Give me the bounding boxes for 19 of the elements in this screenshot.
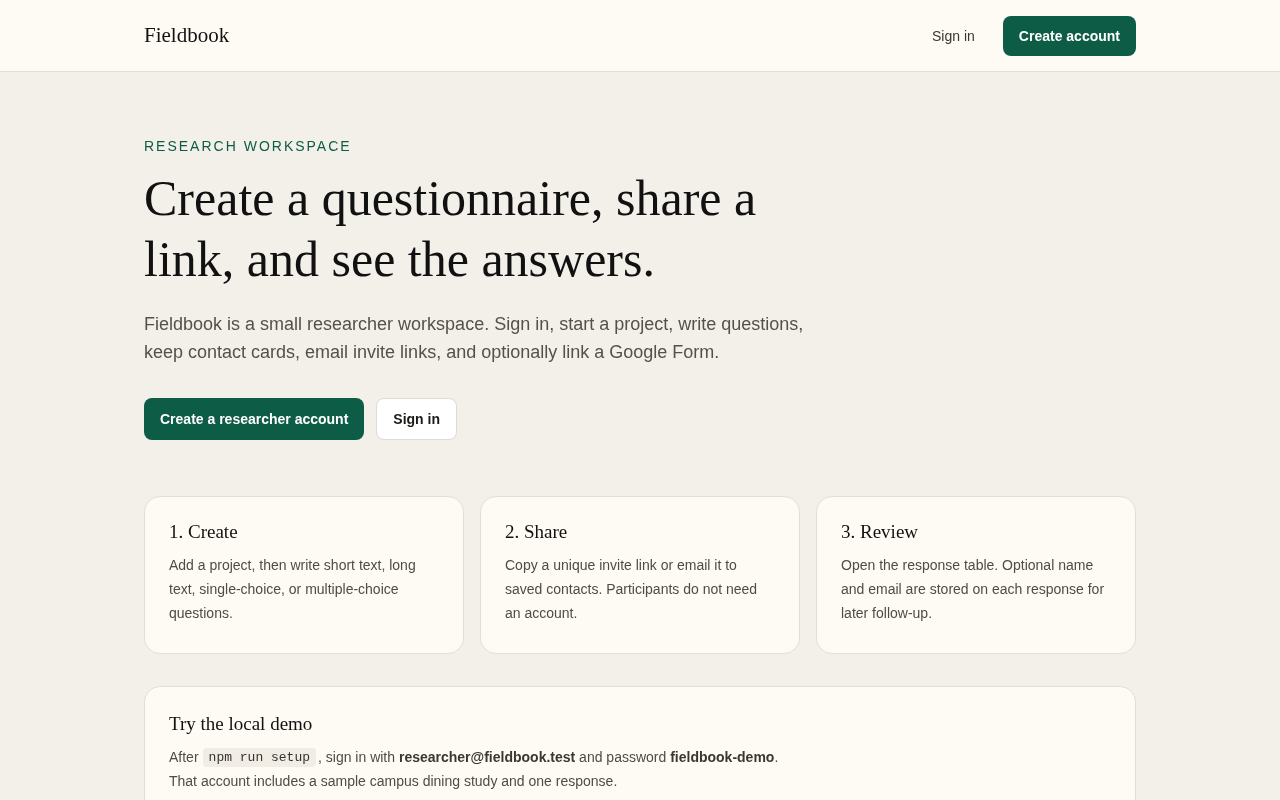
hero-description: Fieldbook is a small researcher workspace. Sign in, start a project, write questions, keep contact cards, email invite links, and optionally link a Google Form. [144,313,805,364]
hero-title: Create a questionnaire, share a link, and see the answers. [144,169,758,289]
sign-in-button[interactable]: Sign in [376,398,457,440]
code-snippet: npm run setup [202,747,316,767]
create-account-button[interactable]: Create a researcher account [144,398,365,440]
logo[interactable]: Fieldbook [144,23,230,48]
demo-text: , sign in with researcher@fieldbook.test and password fieldbook-demo. [318,748,779,767]
card-title: 2. Share [505,521,569,543]
demo-text: After [169,748,199,767]
card-text: Copy a unique invite link or email it to saved contacts. Participants do not need an account. [505,556,759,623]
demo-note: That account includes a sample campus dining study and one response. [169,772,618,791]
card-title: 3. Review [841,521,920,543]
sign-in-link[interactable]: Sign in [922,15,985,56]
create-account-button[interactable]: Create account [1002,15,1136,56]
card-text: Open the response table. Optional name and email are stored on each response for later follow-up. [841,556,1106,623]
card-title: 1. Create [169,521,239,543]
demo-title: Try the local demo [169,713,314,735]
card-text: Add a project, then write short text, long text, single-choice, or multiple-choice questions. [169,556,417,623]
eyebrow-label: RESEARCH WORKSPACE [144,138,353,154]
